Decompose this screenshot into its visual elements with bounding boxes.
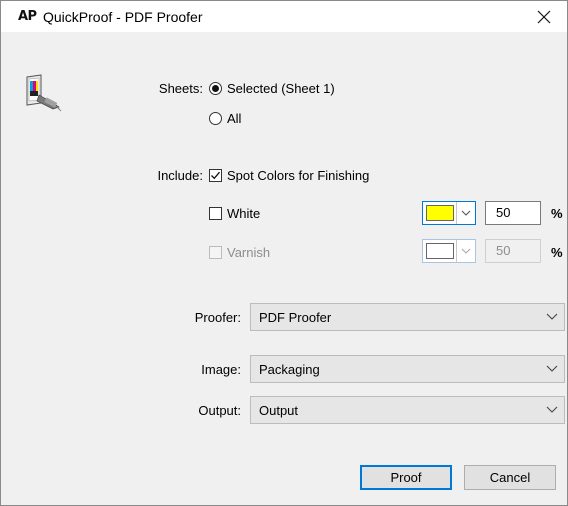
varnish-color-swatch <box>426 243 454 259</box>
cancel-button[interactable]: Cancel <box>464 465 556 490</box>
white-checkbox[interactable] <box>209 207 222 220</box>
spot-colors-checkbox[interactable] <box>209 169 222 182</box>
chevron-down-icon <box>546 406 558 413</box>
chevron-down-icon <box>546 365 558 372</box>
printer-proof-icon <box>26 74 62 112</box>
varnish-percent-input[interactable]: 50 <box>485 239 541 263</box>
proof-button[interactable]: Proof <box>360 465 452 490</box>
varnish-percent-unit: % <box>551 245 563 260</box>
sheets-selected-radio[interactable] <box>209 82 222 95</box>
spot-colors-label[interactable]: Spot Colors for Finishing <box>227 168 369 183</box>
image-label: Image: <box>201 362 241 377</box>
checkmark-icon <box>211 171 220 180</box>
chevron-down-icon <box>456 202 475 224</box>
proofer-value: PDF Proofer <box>259 310 332 325</box>
sheets-all-radio[interactable] <box>209 112 222 125</box>
image-select[interactable]: Packaging <box>250 355 565 383</box>
white-color-picker[interactable] <box>422 201 476 225</box>
image-value: Packaging <box>259 362 320 377</box>
quickproof-dialog: AP QuickProof - PDF Proofer Sheets: Sele… <box>0 0 568 506</box>
sheets-all-label[interactable]: All <box>227 111 241 126</box>
varnish-label: Varnish <box>227 245 271 260</box>
close-icon <box>537 10 551 23</box>
window-title: QuickProof - PDF Proofer <box>43 9 203 25</box>
chevron-down-icon <box>546 313 558 320</box>
output-label: Output: <box>198 403 241 418</box>
proofer-label: Proofer: <box>194 310 241 325</box>
title-bar: AP QuickProof - PDF Proofer <box>1 1 567 32</box>
output-value: Output <box>259 403 299 418</box>
close-button[interactable] <box>521 1 567 32</box>
chevron-down-icon <box>456 240 475 262</box>
include-label: Include: <box>157 168 203 183</box>
white-percent-input[interactable]: 50 <box>485 201 541 225</box>
proofer-select[interactable]: PDF Proofer <box>250 303 565 331</box>
varnish-checkbox[interactable] <box>209 246 222 259</box>
sheets-label: Sheets: <box>158 81 203 96</box>
varnish-color-picker[interactable] <box>422 239 476 263</box>
output-select[interactable]: Output <box>250 396 565 424</box>
white-label[interactable]: White <box>227 206 260 221</box>
app-logo: AP <box>18 9 37 24</box>
white-percent-unit: % <box>551 206 563 221</box>
sheets-selected-label[interactable]: Selected (Sheet 1) <box>227 81 335 96</box>
white-color-swatch <box>426 205 454 221</box>
